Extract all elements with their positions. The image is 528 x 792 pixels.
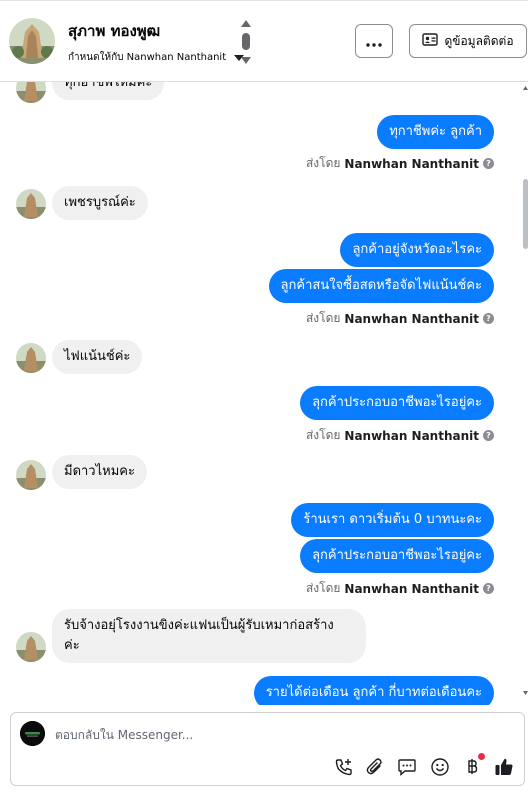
more-options-button[interactable] [355, 24, 393, 58]
assignee-label: กำหนดให้กับ Nanwhan Nanthanit [68, 52, 227, 63]
agent-name[interactable]: Nanwhan Nanthanit [344, 429, 479, 443]
reply-input[interactable] [55, 725, 355, 745]
incoming-message: ไฟแน้นช์ค่ะ [52, 340, 143, 374]
conversation-header: สุภาพ ทองพูฒ กำหนดให้กับ Nanwhan Nanthan… [0, 0, 528, 82]
sent-by-caption: ส่งโดย Nanwhan Nanthanit ? [306, 154, 494, 173]
sender-avatar[interactable] [16, 343, 46, 373]
incoming-message: มีดาวไหมคะ [52, 455, 147, 489]
top-divider [0, 0, 528, 1]
contact-info-label: ดูข้อมูลติดต่อ [444, 33, 514, 48]
sender-avatar[interactable] [16, 189, 46, 219]
page-avatar [20, 721, 45, 746]
help-icon[interactable]: ? [483, 158, 494, 169]
more-icon [366, 32, 382, 51]
sender-avatar[interactable] [16, 632, 46, 662]
outgoing-message: ลูกค้าสนใจซื้อสดหรือจัดไฟแน้นช์คะ [268, 269, 494, 303]
sent-by-prefix: ส่งโดย [305, 581, 341, 595]
message-thread[interactable]: ทุกอาชีพไหมคะ ทุกาชีพค่ะ ลูกค้า ส่งโดย N… [0, 82, 528, 705]
scroll-thumb[interactable] [523, 179, 528, 249]
incoming-message: รับจ้างอยุ่โรงงานขิงค่ะแฟนเป็นผู้รับเหมา… [52, 609, 366, 663]
sent-by-caption: ส่งโดย Nanwhan Nanthanit ? [306, 426, 494, 445]
agent-name[interactable]: Nanwhan Nanthanit [344, 312, 479, 326]
reply-composer [10, 712, 525, 786]
incoming-message: ทุกอาชีพไหมคะ [52, 82, 165, 100]
call-add-icon[interactable] [333, 756, 355, 778]
notification-dot [478, 753, 485, 760]
sender-avatar[interactable] [16, 460, 46, 490]
assignee-selector[interactable]: กำหนดให้กับ Nanwhan Nanthanit [68, 50, 245, 65]
agent-name[interactable]: Nanwhan Nanthanit [344, 582, 479, 596]
sender-avatar[interactable] [16, 82, 46, 103]
outgoing-message: ลุกค้าประกอบอาชีพอะไรอยู่คะ [300, 386, 494, 420]
outgoing-message: ทุกาชีพค่ะ ลูกค้า [377, 115, 494, 149]
outgoing-message: ลุกค้าประกอบอาชีพอะไรอยู่คะ [300, 539, 494, 573]
help-icon[interactable]: ? [483, 430, 494, 441]
contact-name[interactable]: สุภาพ ทองพูฒ [68, 19, 160, 43]
view-contact-info-button[interactable]: ดูข้อมูลติดต่อ [409, 24, 527, 58]
outgoing-message: ลูกค้าอยู่จังหวัดอะไรคะ [340, 233, 494, 267]
contact-avatar[interactable] [9, 18, 55, 64]
attachment-icon[interactable] [364, 756, 386, 778]
emoji-icon[interactable] [429, 756, 451, 778]
message-line: ค่ะ [64, 638, 80, 653]
help-icon[interactable]: ? [483, 313, 494, 324]
incoming-message: เพชรบูรณ์ค่ะ [52, 186, 148, 220]
scroll-stepper-icon[interactable] [239, 18, 253, 66]
help-icon[interactable]: ? [483, 583, 494, 594]
like-icon[interactable] [493, 756, 515, 778]
message-line: รับจ้างอยุ่โรงงานขิงค่ะแฟนเป็นผู้รับเหมา… [64, 618, 334, 633]
thread-scrollbar[interactable] [519, 82, 528, 704]
sent-by-prefix: ส่งโดย [305, 311, 341, 325]
sent-by-prefix: ส่งโดย [305, 428, 341, 442]
saved-replies-icon[interactable] [396, 756, 418, 778]
outgoing-message: ร้านเรา ดาวเริ่มต้น 0 บาทนะคะ [291, 503, 494, 537]
sent-by-caption: ส่งโดย Nanwhan Nanthanit ? [306, 309, 494, 328]
agent-name[interactable]: Nanwhan Nanthanit [344, 157, 479, 171]
contact-card-icon [422, 33, 439, 49]
sent-by-caption: ส่งโดย Nanwhan Nanthanit ? [306, 579, 494, 598]
sent-by-prefix: ส่งโดย [305, 156, 341, 170]
outgoing-message: รายได้ต่อเดือน ลูกค้า กี่บาทต่อเดือนคะ [253, 676, 494, 705]
